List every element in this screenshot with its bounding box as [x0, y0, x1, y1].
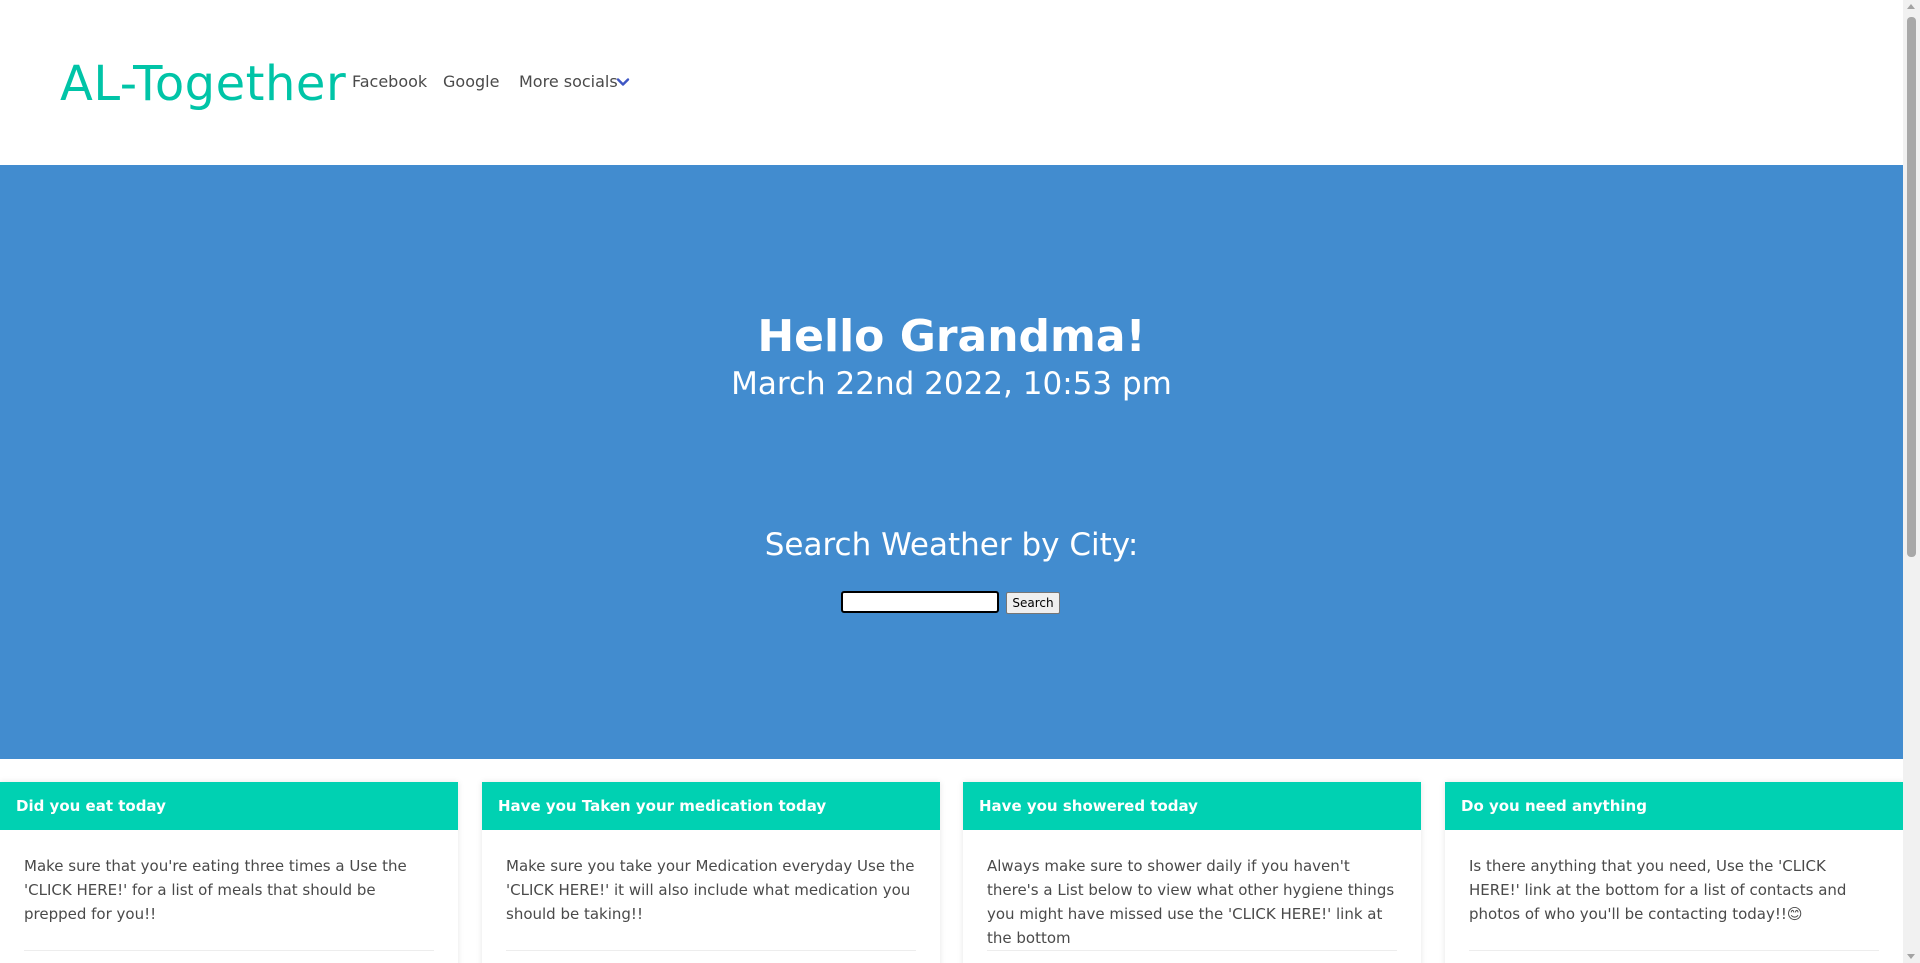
nav-dropdown-more-socials[interactable]: More socials [519, 71, 618, 93]
card-meals: Did you eat today Make sure that you're … [0, 782, 458, 963]
scroll-up-icon[interactable] [1907, 4, 1915, 9]
card-divider [24, 950, 434, 951]
brand-logo[interactable]: AL-Together [60, 54, 346, 114]
current-datetime: March 22nd 2022, 10:53 pm [731, 366, 1172, 402]
page: AL-Together Facebook Google More socials… [0, 0, 1903, 963]
nav-link-facebook[interactable]: Facebook [352, 71, 427, 93]
card-body: Is there anything that you need, Use the… [1469, 857, 1847, 923]
search-button[interactable]: Search [1006, 592, 1060, 614]
chevron-down-icon[interactable] [615, 74, 631, 90]
navbar: AL-Together Facebook Google More socials [0, 0, 1903, 165]
weather-search-title: Search Weather by City: [764, 527, 1139, 563]
page-scrollbar[interactable] [1903, 0, 1920, 963]
card-divider [987, 950, 1397, 951]
card-medication: Have you Taken your medication today Mak… [482, 782, 940, 963]
card-needs: Do you need anything Is there anything t… [1445, 782, 1903, 963]
card-divider [506, 950, 916, 951]
card-body: Make sure you take your Medication every… [506, 857, 915, 923]
hero-section: Hello Grandma! March 22nd 2022, 10:53 pm… [0, 165, 1903, 759]
card-shower: Have you showered today Always make sure… [963, 782, 1421, 963]
card-body: Always make sure to shower daily if you … [987, 857, 1395, 947]
card-divider [1469, 950, 1879, 951]
scroll-down-icon[interactable] [1907, 954, 1915, 959]
greeting-title: Hello Grandma! [757, 311, 1146, 362]
card-body: Make sure that you're eating three times… [24, 857, 407, 923]
card-header: Do you need anything [1445, 782, 1903, 830]
city-search-input[interactable] [841, 591, 999, 613]
scroll-thumb[interactable] [1907, 17, 1916, 557]
card-header: Have you showered today [963, 782, 1421, 830]
card-header: Have you Taken your medication today [482, 782, 940, 830]
nav-link-google[interactable]: Google [443, 71, 499, 93]
card-header: Did you eat today [0, 782, 458, 830]
